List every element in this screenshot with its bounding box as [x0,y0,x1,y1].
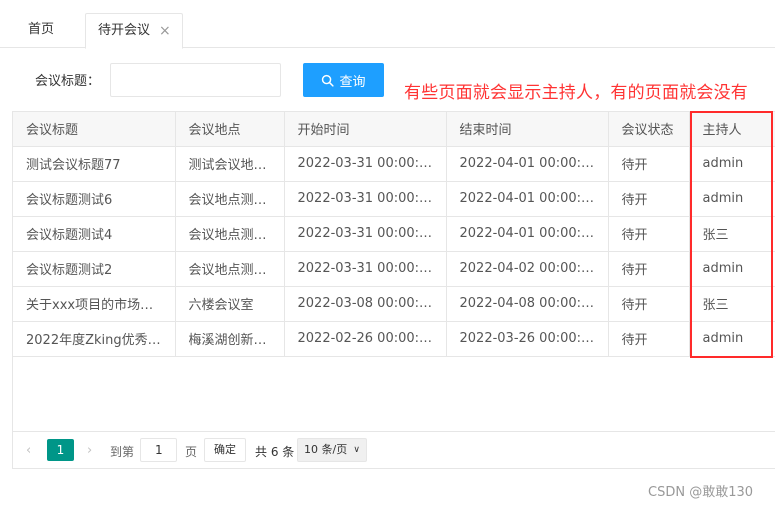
column-header: 开始时间 [284,112,447,147]
annotation-text: 有些页面就会显示主持人，有的页面就会没有 [404,83,748,103]
cell-end-time: 2022-04-02 00:00:00 [446,251,609,287]
tab-bar: 首页 待开会议 × [0,0,775,49]
tab-home-label: 首页 [28,22,55,37]
search-input[interactable] [110,63,281,97]
cell-title: 会议标题测试2 [13,251,176,287]
table-row[interactable]: 会议标题测试4 会议地点测… 2022-03-31 00:00:00 2022-… [13,216,775,252]
column-header: 会议标题 [13,112,176,147]
cell-start-time: 2022-02-26 00:00:00 [284,321,447,357]
table-row[interactable]: 测试会议标题77 测试会议地… 2022-03-31 00:00:00 2022… [13,146,775,182]
table-row[interactable]: 会议标题测试6 会议地点测… 2022-03-31 00:00:00 2022-… [13,181,775,217]
column-header: 结束时间 [446,112,609,147]
cell-end-time: 2022-04-01 00:00:00 [446,181,609,217]
goto-suffix: 页 [185,445,198,459]
cell-end-time: 2022-03-26 00:00:00 [446,321,609,357]
tab-pending-meetings-label: 待开会议 [98,23,151,38]
cell-status: 待开 [608,321,690,357]
cell-title: 关于xxx项目的市场主… [13,286,176,322]
cell-end-time: 2022-04-08 00:00:00 [446,286,609,322]
table-row[interactable]: 2022年度Zking优秀… 梅溪湖创新… 2022-02-26 00:00:0… [13,321,775,357]
page-size-value: 10 条/页 [304,443,348,456]
table-row[interactable]: 关于xxx项目的市场主… 六楼会议室 2022-03-08 00:00:00 2… [13,286,775,322]
cell-host: admin [689,181,775,217]
goto-page-input[interactable]: 1 [140,438,177,462]
close-icon[interactable]: × [159,14,171,48]
search-button[interactable]: 查询 [303,63,384,97]
cell-end-time: 2022-04-01 00:00:00 [446,146,609,182]
chevron-right-icon[interactable]: › [87,443,92,458]
cell-status: 待开 [608,286,690,322]
cell-start-time: 2022-03-31 00:00:00 [284,181,447,217]
cell-status: 待开 [608,181,690,217]
cell-host: admin [689,146,775,182]
table-row[interactable]: 会议标题测试2 会议地点测… 2022-03-31 00:00:00 2022-… [13,251,775,287]
column-header: 会议状态 [608,112,690,147]
cell-host: admin [689,251,775,287]
cell-location: 梅溪湖创新… [175,321,285,357]
cell-title: 会议标题测试6 [13,181,176,217]
tab-home[interactable]: 首页 [14,13,84,49]
cell-host: 张三 [689,286,775,322]
goto-prefix: 到第 [110,445,135,459]
cell-end-time: 2022-04-01 00:00:00 [446,216,609,252]
cell-location: 会议地点测… [175,216,285,252]
search-button-label: 查询 [339,74,366,90]
table-header-row: 会议标题 会议地点 开始时间 结束时间 会议状态 主持人 [13,112,775,147]
tab-pending-meetings[interactable]: 待开会议 × [85,13,183,49]
search-icon [322,74,335,87]
column-header-host: 主持人 [689,112,775,147]
cell-start-time: 2022-03-08 00:00:00 [284,286,447,322]
cell-location: 六楼会议室 [175,286,285,322]
cell-start-time: 2022-03-31 00:00:00 [284,251,447,287]
search-label: 会议标题： [35,74,101,89]
chevron-down-icon: ∨ [353,445,360,455]
cell-title: 会议标题测试4 [13,216,176,252]
page-number-current[interactable]: 1 [47,439,74,461]
cell-location: 测试会议地… [175,146,285,182]
goto-confirm-button[interactable]: 确定 [204,438,246,462]
cell-host: 张三 [689,216,775,252]
total-count: 共 6 条 [255,445,295,459]
cell-start-time: 2022-03-31 00:00:00 [284,146,447,182]
page-size-select[interactable]: 10 条/页 ∨ [297,438,367,462]
cell-title: 测试会议标题77 [13,146,176,182]
chevron-left-icon[interactable]: ‹ [26,443,31,458]
meeting-table: 会议标题 会议地点 开始时间 结束时间 会议状态 主持人 测试会议标题77 测试… [12,111,775,469]
cell-status: 待开 [608,251,690,287]
cell-start-time: 2022-03-31 00:00:00 [284,216,447,252]
cell-location: 会议地点测… [175,251,285,287]
cell-status: 待开 [608,216,690,252]
cell-title: 2022年度Zking优秀… [13,321,176,357]
cell-status: 待开 [608,146,690,182]
watermark: CSDN @敢敢130 [648,485,754,500]
cell-location: 会议地点测… [175,181,285,217]
cell-host: admin [689,321,775,357]
pagination: ‹ 1 › 到第 1 页 确定 共 6 条 10 条/页 ∨ [12,431,775,469]
column-header: 会议地点 [175,112,285,147]
